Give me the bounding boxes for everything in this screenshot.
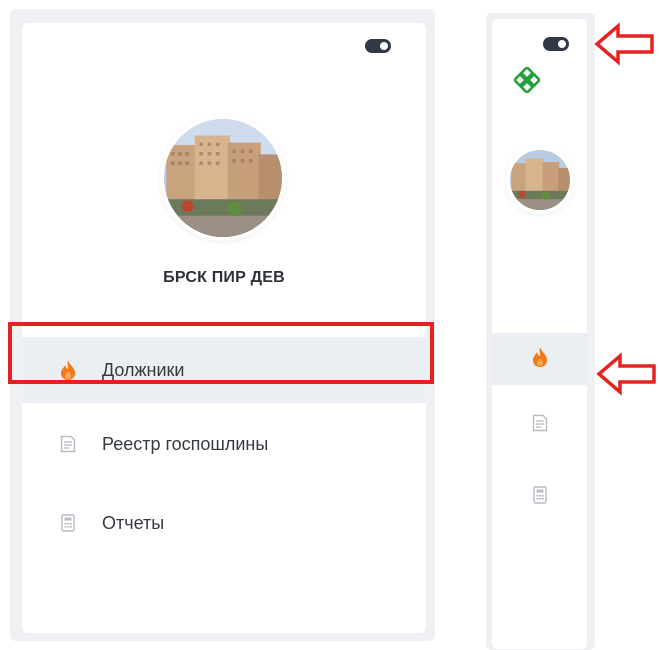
annotation-arrow-toggle-icon xyxy=(594,22,654,66)
sidebar-item-dolzhniki[interactable]: Должники xyxy=(22,337,426,403)
building-photo-icon xyxy=(164,119,282,237)
calculator-icon xyxy=(532,485,547,509)
avatar-small[interactable] xyxy=(510,150,570,210)
document-icon xyxy=(532,414,548,437)
expanded-sidebar: БРСК ПИР ДЕВ Должники Реестр госпошлины xyxy=(22,23,426,633)
flame-icon xyxy=(531,346,549,373)
collapsed-sidebar-frame xyxy=(486,13,595,650)
collapsed-sidebar xyxy=(492,19,587,649)
calculator-icon xyxy=(56,511,80,535)
sidebar-collapse-toggle[interactable] xyxy=(365,39,391,53)
organization-name: БРСК ПИР ДЕВ xyxy=(163,269,285,286)
expanded-sidebar-frame: БРСК ПИР ДЕВ Должники Реестр госпошлины xyxy=(10,9,435,641)
avatar[interactable] xyxy=(164,119,282,237)
sidebar-item-otchety[interactable]: Отчеты xyxy=(22,490,426,556)
sidebar-item-label: Отчеты xyxy=(102,512,165,533)
flame-icon xyxy=(56,358,80,382)
sidebar-item-label: Реестр госпошлины xyxy=(102,433,269,454)
building-photo-icon xyxy=(510,150,570,210)
sidebar-item-label: Должники xyxy=(102,359,185,380)
collapsed-item-dolzhniki[interactable] xyxy=(492,333,587,385)
document-icon xyxy=(56,432,80,456)
collapsed-item-reestr[interactable] xyxy=(492,399,587,451)
green-knot-logo-icon[interactable] xyxy=(512,65,542,95)
annotation-arrow-active-item-icon xyxy=(596,352,656,396)
sidebar-expand-toggle[interactable] xyxy=(543,37,569,51)
sidebar-item-reestr-gosposhliny[interactable]: Реестр госпошлины xyxy=(22,411,426,477)
collapsed-item-otchety[interactable] xyxy=(492,471,587,523)
